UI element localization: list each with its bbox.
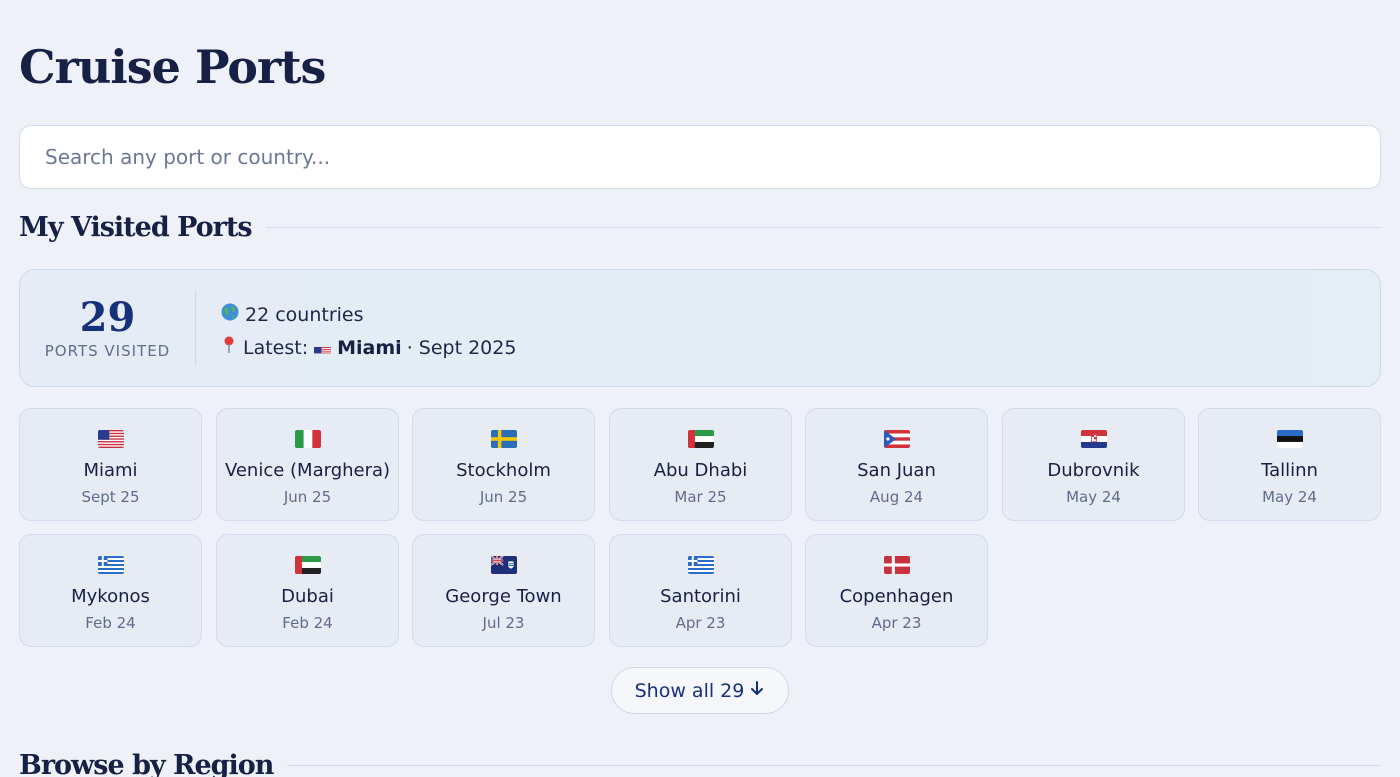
port-date: Aug 24 (869, 488, 924, 506)
port-name: Stockholm (456, 460, 551, 481)
globe-icon (221, 303, 239, 326)
port-date: Feb 24 (85, 614, 136, 632)
port-card-mykonos[interactable]: Mykonos Feb 24 (19, 534, 202, 647)
port-date: Jul 23 (482, 614, 525, 632)
port-name: Dubrovnik (1047, 460, 1140, 481)
latest-line: Latest: Miami · Sept 2025 (221, 331, 516, 364)
port-name: Copenhagen (839, 586, 954, 607)
browse-heading: Browse by Region (19, 750, 274, 777)
port-date: Mar 25 (674, 488, 727, 506)
port-name: Santorini (660, 586, 741, 607)
port-date: Sept 25 (81, 488, 140, 506)
show-all-label: Show all 29 (634, 679, 745, 702)
browse-section-header: Browse by Region (19, 750, 1381, 777)
se-flag-icon (491, 430, 517, 448)
port-name: George Town (445, 586, 562, 607)
port-date: May 24 (1262, 488, 1317, 506)
port-date: Apr 23 (675, 614, 726, 632)
pin-icon (221, 336, 237, 359)
port-card-copenhagen[interactable]: Copenhagen Apr 23 (805, 534, 988, 647)
visited-summary-card: 29 PORTS VISITED 22 countries Latest: Mi… (19, 269, 1381, 387)
port-name: San Juan (857, 460, 936, 481)
gr-flag-icon (688, 556, 714, 574)
gr-flag-icon (98, 556, 124, 574)
show-all-button[interactable]: Show all 29 (611, 667, 789, 714)
ports-visited-count: 29 (79, 294, 136, 341)
port-card-santorini[interactable]: Santorini Apr 23 (609, 534, 792, 647)
port-date: Jun 25 (283, 488, 332, 506)
port-card-venice[interactable]: Venice (Marghera) Jun 25 (216, 408, 399, 521)
visited-heading: My Visited Ports (19, 212, 253, 243)
search-input[interactable] (20, 126, 1380, 188)
port-card-dubai[interactable]: Dubai Feb 24 (216, 534, 399, 647)
arrow-down-icon (749, 680, 765, 701)
hr-flag-icon (1081, 430, 1107, 448)
port-name: Abu Dhabi (653, 460, 748, 481)
port-card-george-town[interactable]: George Town Jul 23 (412, 534, 595, 647)
port-card-miami[interactable]: Miami Sept 25 (19, 408, 202, 521)
ky-flag-icon (491, 556, 517, 574)
port-name: Miami (83, 460, 138, 481)
ee-flag-icon (1277, 430, 1303, 448)
it-flag-icon (295, 430, 321, 448)
port-date: Jun 25 (479, 488, 528, 506)
ae-flag-icon (688, 430, 714, 448)
visited-section-header: My Visited Ports (19, 212, 1381, 243)
us-flag-icon (314, 342, 332, 354)
port-date: Feb 24 (282, 614, 333, 632)
section-divider (287, 764, 1381, 767)
latest-prefix: Latest: (243, 336, 309, 359)
port-card-dubrovnik[interactable]: Dubrovnik May 24 (1002, 408, 1185, 521)
port-card-tallinn[interactable]: Tallinn May 24 (1198, 408, 1381, 521)
port-name: Mykonos (71, 586, 150, 607)
port-card-san-juan[interactable]: San Juan Aug 24 (805, 408, 988, 521)
pr-flag-icon (884, 430, 910, 448)
search-box[interactable] (19, 125, 1381, 189)
countries-text: 22 countries (245, 303, 364, 326)
latest-port-name: Miami (337, 336, 402, 359)
latest-port-date: · Sept 2025 (406, 336, 517, 359)
port-date: Apr 23 (871, 614, 922, 632)
section-divider (265, 226, 1381, 229)
us-flag-icon (98, 430, 124, 448)
port-date: May 24 (1066, 488, 1121, 506)
countries-line: 22 countries (221, 298, 516, 331)
page-title: Cruise Ports (19, 40, 326, 94)
port-card-abu-dhabi[interactable]: Abu Dhabi Mar 25 (609, 408, 792, 521)
port-name: Tallinn (1261, 460, 1318, 481)
port-name: Venice (Marghera) (224, 460, 391, 481)
ports-visited-label: PORTS VISITED (44, 342, 171, 360)
ae-flag-icon (295, 556, 321, 574)
port-card-stockholm[interactable]: Stockholm Jun 25 (412, 408, 595, 521)
dk-flag-icon (884, 556, 910, 574)
ports-visited-stat: 29 PORTS VISITED (20, 290, 196, 366)
port-name: Dubai (281, 586, 334, 607)
